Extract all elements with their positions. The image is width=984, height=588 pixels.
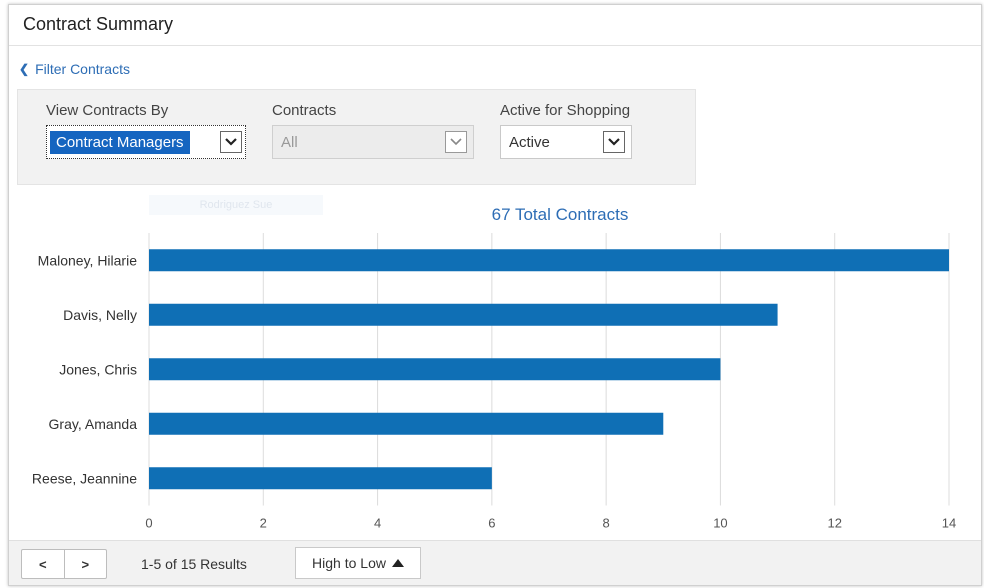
bar[interactable] (149, 467, 492, 490)
triangle-up-icon (391, 559, 404, 567)
x-tick-label: 10 (713, 516, 727, 531)
x-tick-label: 0 (145, 516, 152, 531)
bar[interactable] (149, 358, 721, 381)
x-tick-label: 4 (374, 516, 381, 531)
next-page-button[interactable]: > (63, 550, 107, 578)
results-count: 1-5 of 15 Results (141, 556, 247, 572)
bar[interactable] (149, 303, 778, 326)
sort-label: High to Low (312, 555, 386, 571)
x-tick-label: 14 (942, 516, 956, 531)
x-tick-label: 12 (827, 516, 841, 531)
bar[interactable] (149, 412, 664, 435)
pagination-footer: < > 1-5 of 15 Results High to Low (9, 540, 981, 585)
x-tick-label: 2 (260, 516, 267, 531)
previous-page-button[interactable]: < (22, 550, 64, 578)
pager: < > (21, 549, 107, 579)
category-label: Gray, Amanda (49, 416, 138, 432)
contract-manager-bar-chart: 0 2 4 6 8 10 12 14 Maloney, Hilarie Davis, Nelly J… (32, 233, 956, 531)
category-label: Davis, Nelly (63, 307, 137, 323)
category-label: Maloney, Hilarie (38, 252, 138, 268)
category-label: Jones, Chris (59, 361, 137, 377)
category-label: Reese, Jeannine (32, 470, 137, 486)
x-tick-label: 6 (488, 516, 495, 531)
sort-button[interactable]: High to Low (295, 547, 421, 579)
contract-summary-panel: Contract Summary ❮ Filter Contracts View… (8, 4, 982, 586)
bar[interactable] (149, 249, 949, 272)
x-tick-label: 8 (603, 516, 610, 531)
